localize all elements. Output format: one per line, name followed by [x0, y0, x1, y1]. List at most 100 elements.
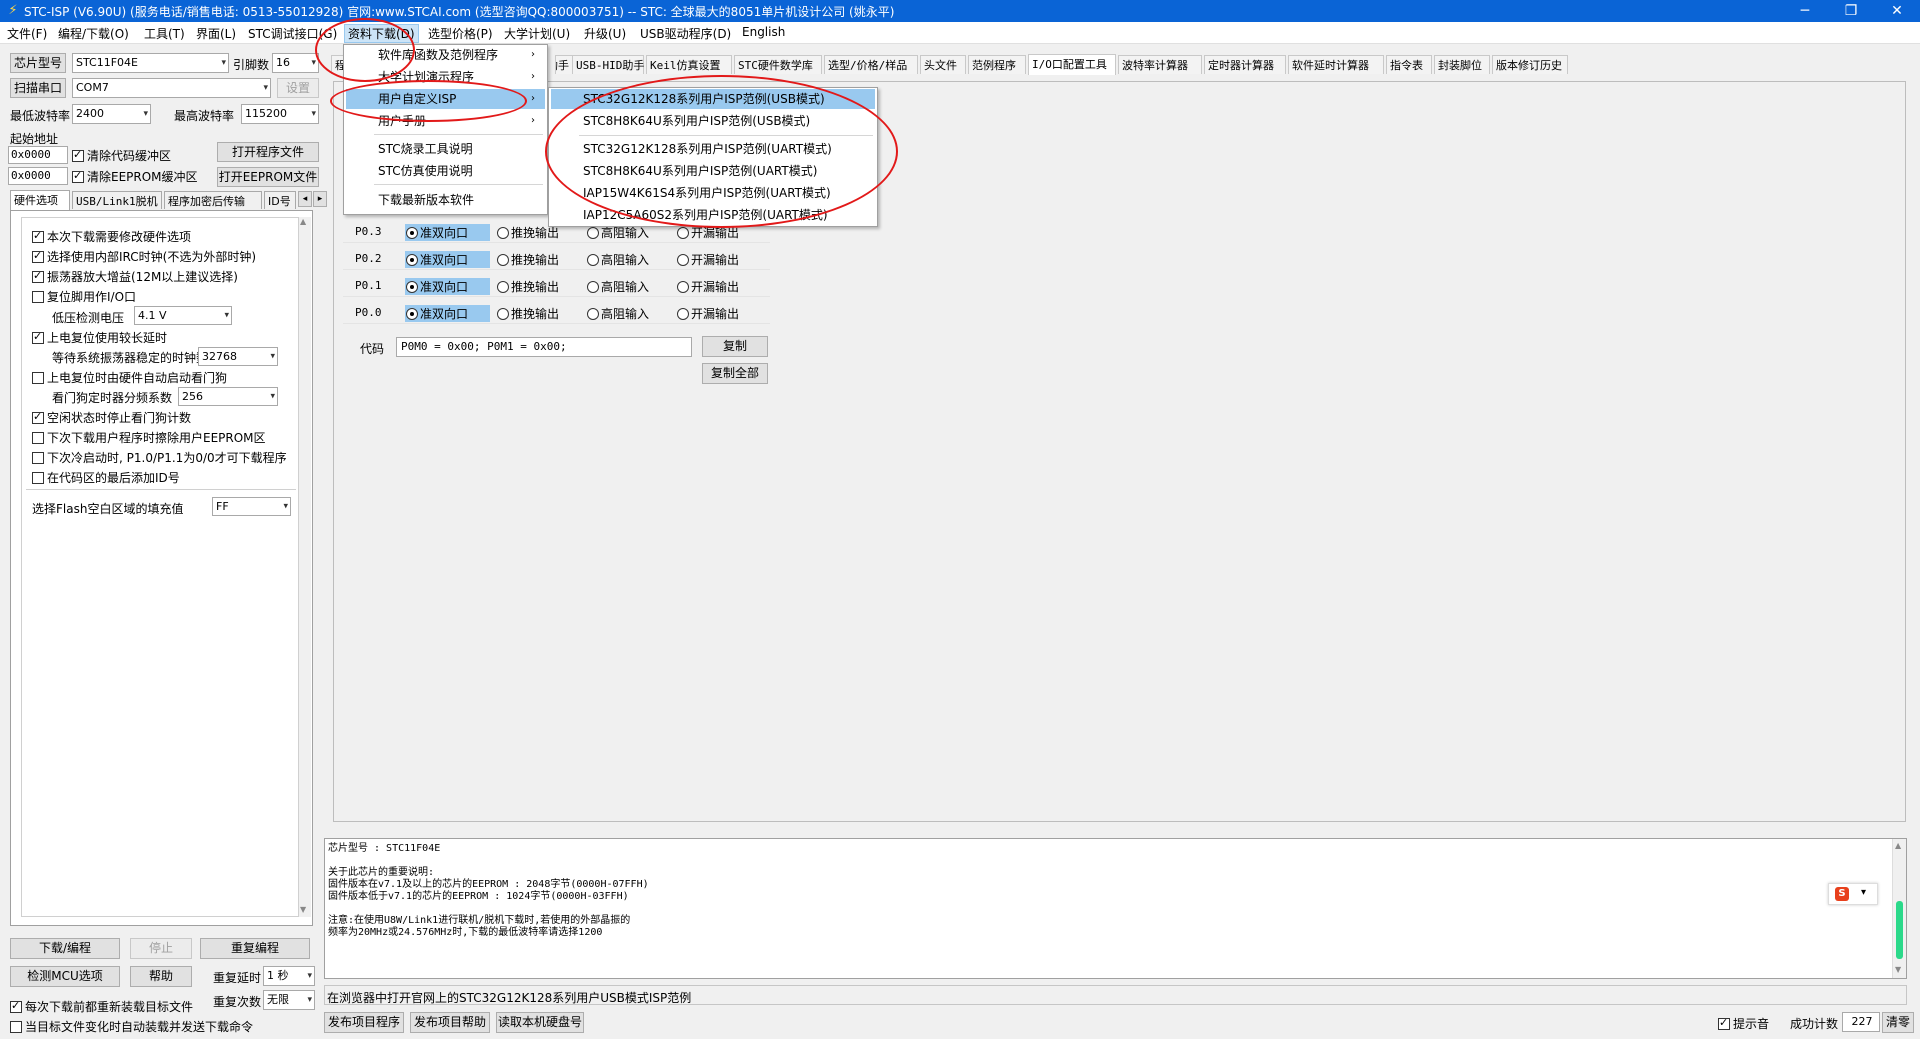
code-address-input[interactable]: 0x0000 [8, 146, 68, 164]
p02-open-drain-radio[interactable]: 开漏输出 [676, 251, 739, 268]
ime-menu-icon[interactable]: ▾ [1861, 887, 1866, 898]
option-erase-eeprom-checkbox[interactable]: 下次下载用户程序时擦除用户EEPROM区 [32, 429, 266, 446]
p01-open-drain-radio[interactable]: 开漏输出 [676, 278, 739, 295]
clear-count-button[interactable]: 清零 [1882, 1012, 1914, 1033]
p00-quasi-bidirectional-radio[interactable]: 准双向口 [405, 305, 490, 322]
tab-id-number[interactable]: ID号 [264, 191, 296, 209]
tab-serial-helper[interactable]: 串口助手 [555, 55, 573, 74]
scroll-down-icon[interactable]: ▼ [300, 905, 306, 914]
chip-type-select[interactable]: STC11F04E ▾ [72, 53, 229, 73]
p03-quasi-bidirectional-radio[interactable]: 准双向口 [405, 224, 490, 241]
help-button[interactable]: 帮助 [130, 966, 192, 987]
tab-instruction-table[interactable]: 指令表 [1386, 55, 1432, 74]
option-internal-irc-checkbox[interactable]: 选择使用内部IRC时钟(不选为外部时钟) [32, 248, 256, 265]
repeat-count-select[interactable]: 无限 ▾ [263, 990, 315, 1010]
menu-item-burner-guide[interactable]: STC烧录工具说明 [346, 139, 545, 159]
tab-header-files[interactable]: 头文件 [920, 55, 966, 74]
flash-fill-select[interactable]: FF ▾ [212, 497, 291, 516]
p02-quasi-bidirectional-radio[interactable]: 准双向口 [405, 251, 490, 268]
auto-reload-checkbox[interactable]: 当目标文件变化时自动装载并发送下载命令 [10, 1018, 253, 1035]
menu-english[interactable]: English [742, 25, 785, 39]
tab-scroll-left-button[interactable]: ◂ [298, 191, 312, 207]
tab-scroll-right-button[interactable]: ▸ [313, 191, 327, 207]
p02-high-z-radio[interactable]: 高阻输入 [586, 251, 649, 268]
menu-tools[interactable]: 工具(T) [144, 25, 185, 42]
restore-button[interactable]: ❐ [1828, 0, 1874, 22]
p01-high-z-radio[interactable]: 高阻输入 [586, 278, 649, 295]
port-select[interactable]: COM7 ▾ [72, 78, 271, 98]
tab-hardware-options[interactable]: 硬件选项 [10, 190, 70, 210]
menu-pricing[interactable]: 选型价格(P) [428, 25, 493, 42]
tab-examples[interactable]: 范例程序 [968, 55, 1026, 74]
wdt-divider-select[interactable]: 256 ▾ [178, 387, 278, 406]
menu-upgrade[interactable]: 升级(U) [584, 25, 626, 42]
max-baud-select[interactable]: 115200 ▾ [241, 104, 319, 124]
chip-type-button[interactable]: 芯片型号 [10, 53, 66, 73]
reload-each-checkbox[interactable]: 每次下载前都重新装载目标文件 [10, 998, 193, 1015]
tab-package-pins[interactable]: 封装脚位 [1434, 55, 1490, 74]
tab-usb-hid[interactable]: USB-HID助手 [572, 55, 644, 74]
copy-all-button[interactable]: 复制全部 [702, 363, 768, 384]
scroll-thumb[interactable] [1896, 901, 1903, 959]
p00-open-drain-radio[interactable]: 开漏输出 [676, 305, 739, 322]
scan-port-button[interactable]: 扫描串口 [10, 78, 66, 98]
beep-checkbox[interactable]: 提示音 [1718, 1015, 1769, 1032]
clear-eeprom-checkbox[interactable]: 清除EEPROM缓冲区 [72, 168, 198, 185]
tab-delay-calc[interactable]: 软件延时计算器 [1288, 55, 1384, 74]
menu-file[interactable]: 文件(F) [7, 25, 47, 42]
menu-program[interactable]: 编程/下载(O) [58, 25, 129, 42]
low-voltage-select[interactable]: 4.1 V ▾ [134, 306, 232, 325]
ime-indicator[interactable]: S ▾ [1828, 883, 1878, 905]
option-wdt-auto-checkbox[interactable]: 上电复位时由硬件自动启动看门狗 [32, 369, 227, 386]
publish-help-button[interactable]: 发布项目帮助 [410, 1012, 490, 1033]
option-idle-wdt-checkbox[interactable]: 空闲状态时停止看门狗计数 [32, 409, 191, 426]
open-eeprom-file-button[interactable]: 打开EEPROM文件 [217, 167, 319, 187]
stop-button[interactable]: 停止 [130, 938, 192, 959]
tab-version-history[interactable]: 版本修订历史 [1492, 55, 1568, 74]
download-program-button[interactable]: 下载/编程 [10, 938, 120, 959]
repeat-delay-select[interactable]: 1 秒 ▾ [263, 966, 315, 986]
p02-push-pull-radio[interactable]: 推挽输出 [496, 251, 559, 268]
publish-program-button[interactable]: 发布项目程序 [324, 1012, 404, 1033]
close-button[interactable]: ✕ [1874, 0, 1920, 22]
menu-item-download-latest[interactable]: 下载最新版本软件 [346, 190, 545, 210]
tab-math-lib[interactable]: STC硬件数学库 [734, 55, 822, 74]
clear-code-checkbox[interactable]: 清除代码缓冲区 [72, 147, 171, 164]
option-osc-gain-checkbox[interactable]: 振荡器放大增益(12M以上建议选择) [32, 268, 238, 285]
options-scrollbar[interactable]: ▲ ▼ [299, 217, 311, 917]
option-cold-boot-checkbox[interactable]: 下次冷启动时, P1.0/P1.1为0/0才可下载程序 [32, 449, 287, 466]
read-disk-id-button[interactable]: 读取本机硬盘号 [496, 1012, 584, 1033]
eeprom-address-input[interactable]: 0x0000 [8, 167, 68, 185]
p01-quasi-bidirectional-radio[interactable]: 准双向口 [405, 278, 490, 295]
tab-selection-price[interactable]: 选型/价格/样品 [824, 55, 918, 74]
scroll-up-icon[interactable]: ▲ [1895, 841, 1901, 850]
p01-push-pull-radio[interactable]: 推挽输出 [496, 278, 559, 295]
minimize-button[interactable]: ─ [1782, 0, 1828, 22]
repeat-program-button[interactable]: 重复编程 [200, 938, 310, 959]
open-program-file-button[interactable]: 打开程序文件 [217, 142, 319, 162]
option-reset-io-checkbox[interactable]: 复位脚用作I/O口 [32, 288, 136, 305]
pins-select[interactable]: 16 ▾ [272, 53, 319, 73]
code-output-field[interactable]: P0M0 = 0x00; P0M1 = 0x00; [396, 337, 692, 357]
detect-mcu-button[interactable]: 检测MCU选项 [10, 966, 120, 987]
menu-university[interactable]: 大学计划(U) [504, 25, 570, 42]
scroll-down-icon[interactable]: ▼ [1895, 965, 1901, 974]
tab-io-config[interactable]: I/O口配置工具 [1028, 54, 1116, 75]
copy-button[interactable]: 复制 [702, 336, 768, 357]
tab-keil-sim[interactable]: Keil仿真设置 [646, 55, 732, 74]
tab-usb-link1[interactable]: USB/Link1脱机 [72, 191, 162, 209]
scroll-up-icon[interactable]: ▲ [300, 217, 306, 226]
tab-timer-calc[interactable]: 定时器计算器 [1204, 55, 1286, 74]
tab-baud-calc[interactable]: 波特率计算器 [1118, 55, 1202, 74]
p00-push-pull-radio[interactable]: 推挽输出 [496, 305, 559, 322]
min-baud-select[interactable]: 2400 ▾ [72, 104, 151, 124]
port-settings-button[interactable]: 设置 [277, 78, 319, 98]
option-add-id-checkbox[interactable]: 在代码区的最后添加ID号 [32, 469, 180, 486]
menu-item-emulator-guide[interactable]: STC仿真使用说明 [346, 161, 545, 181]
option-power-reset-delay-checkbox[interactable]: 上电复位使用较长延时 [32, 329, 167, 346]
osc-wait-select[interactable]: 32768 ▾ [198, 347, 278, 366]
log-scrollbar[interactable]: ▲ ▼ [1892, 839, 1906, 978]
option-modify-hw-checkbox[interactable]: 本次下载需要修改硬件选项 [32, 228, 191, 245]
menu-usb-driver[interactable]: USB驱动程序(D) [640, 25, 731, 42]
p00-high-z-radio[interactable]: 高阻输入 [586, 305, 649, 322]
